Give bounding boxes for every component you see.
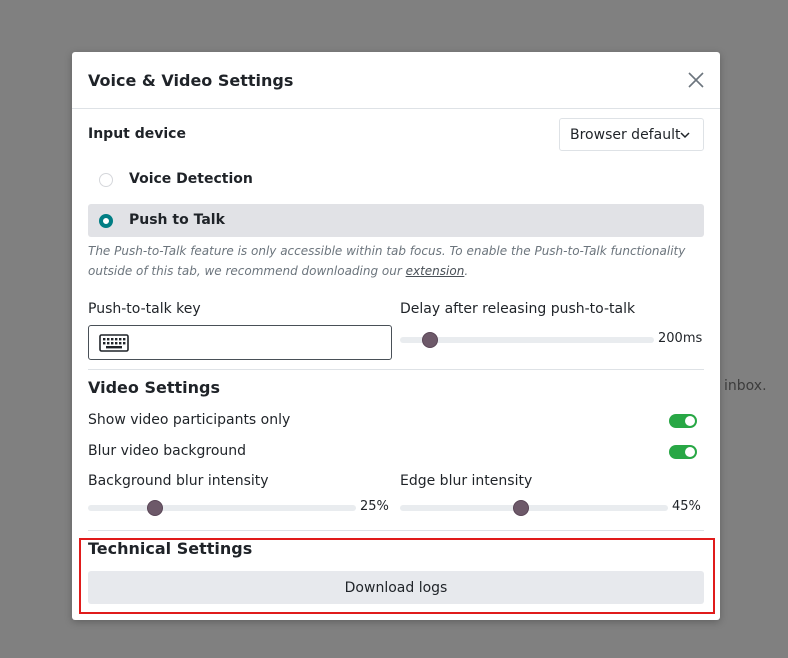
ptt-key-input[interactable]	[88, 325, 392, 360]
edge-blur-slider-thumb[interactable]	[512, 500, 529, 516]
dialog-title: Voice & Video Settings	[88, 71, 294, 90]
input-device-select[interactable]: Browser default	[559, 118, 704, 151]
background-blur-slider[interactable]	[88, 505, 356, 511]
show-participants-label: Show video participants only	[88, 412, 291, 428]
dialog-header: Voice & Video Settings	[72, 52, 720, 109]
show-participants-toggle[interactable]	[669, 414, 697, 428]
background-blur-label: Background blur intensity	[88, 473, 269, 489]
divider	[88, 530, 704, 531]
highlight-box	[79, 538, 715, 614]
input-device-value: Browser default	[570, 126, 681, 143]
close-icon	[688, 72, 704, 88]
edge-blur-label: Edge blur intensity	[400, 473, 533, 489]
close-button[interactable]	[686, 70, 706, 90]
extension-link[interactable]: extension	[406, 264, 465, 278]
help-text: The Push-to-Talk feature is only accessi…	[88, 244, 686, 278]
background-blur-value: 25%	[360, 499, 389, 514]
blur-background-toggle[interactable]	[669, 445, 697, 459]
video-settings-title: Video Settings	[88, 378, 220, 397]
voice-detection-radio[interactable]	[99, 173, 113, 187]
blur-background-label: Blur video background	[88, 443, 247, 459]
push-to-talk-radio[interactable]	[99, 214, 113, 228]
background-blur-slider-thumb[interactable]	[147, 500, 163, 516]
divider	[88, 369, 704, 370]
ptt-delay-slider-thumb[interactable]	[422, 332, 439, 348]
edge-blur-slider[interactable]	[400, 505, 668, 511]
push-to-talk-label: Push to Talk	[129, 212, 225, 228]
keyboard-icon	[99, 334, 129, 352]
settings-dialog: Voice & Video Settings Input device Brow…	[72, 52, 720, 620]
ptt-delay-value: 200ms	[658, 331, 703, 346]
ptt-delay-label: Delay after releasing push-to-talk	[400, 301, 636, 317]
push-to-talk-help: The Push-to-Talk feature is only accessi…	[88, 241, 708, 281]
chevron-down-icon	[680, 132, 690, 139]
help-text-end: .	[464, 264, 469, 278]
ptt-key-label: Push-to-talk key	[88, 301, 201, 317]
input-device-label: Input device	[88, 126, 186, 142]
edge-blur-value: 45%	[672, 499, 701, 514]
background-text: inbox.	[724, 378, 767, 394]
voice-detection-option[interactable]: Voice Detection	[88, 163, 704, 196]
voice-detection-label: Voice Detection	[129, 171, 253, 187]
push-to-talk-option[interactable]: Push to Talk	[88, 204, 704, 237]
ptt-delay-slider[interactable]	[400, 337, 654, 343]
